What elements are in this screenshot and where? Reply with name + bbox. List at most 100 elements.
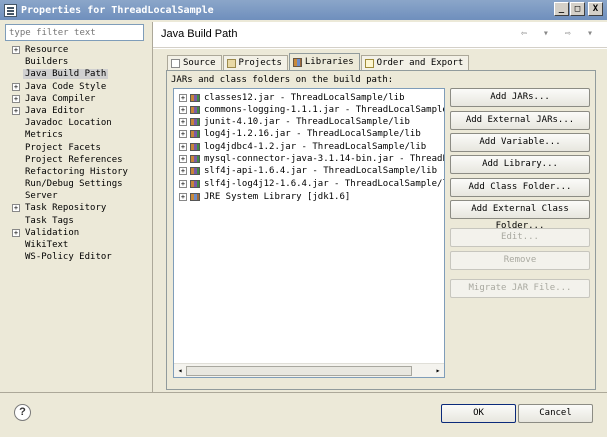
scroll-right-icon[interactable]: ▸ [433, 366, 443, 376]
filter-input[interactable] [5, 24, 144, 41]
tree-item-label: Java Editor [25, 105, 85, 116]
expand-icon[interactable]: + [12, 82, 20, 91]
tree-item-label: Java Build Path [23, 69, 109, 80]
tree-item[interactable]: Project References [5, 154, 150, 166]
library-entry[interactable]: + mysql-connector-java-3.1.14-bin.jar - T… [174, 153, 444, 165]
page-title: Java Build Path [161, 28, 238, 40]
expand-icon[interactable]: + [179, 94, 187, 102]
tree-item[interactable]: + Task Repository [5, 202, 150, 214]
tree-item[interactable]: + Validation [5, 227, 150, 239]
tree-item-label: Server [25, 191, 58, 202]
remove-button[interactable]: Remove [450, 251, 590, 270]
prj-tab-icon [226, 58, 236, 68]
tree-item-label: Builders [25, 57, 69, 68]
add-external-jars-button[interactable]: Add External JARs... [450, 111, 590, 130]
properties-nav-pane: +ResourceBuildersJava Build Path+Java Co… [5, 22, 150, 392]
library-list[interactable]: + JRE System Library [jdk1.6] + slf4j-log4j… [173, 88, 445, 378]
expand-icon[interactable]: + [179, 118, 187, 126]
expand-icon[interactable]: + [179, 155, 187, 163]
expand-icon[interactable]: + [179, 106, 187, 114]
tree-item[interactable]: WS-Policy Editor [5, 251, 150, 263]
expand-icon[interactable]: + [179, 180, 187, 188]
jar-icon [190, 143, 200, 151]
expand-icon[interactable]: + [12, 204, 20, 213]
tree-item[interactable]: + Java Editor [5, 105, 150, 117]
add-class-folder-button[interactable]: Add Class Folder... [450, 178, 590, 197]
expand-icon[interactable]: + [12, 46, 20, 54]
scrollbar-thumb[interactable] [186, 366, 412, 376]
minimize-button[interactable]: _ [554, 2, 569, 16]
tree-item[interactable]: Run/Debug Settings [5, 178, 150, 190]
migrate-jar-button[interactable]: Migrate JAR File... [450, 279, 590, 298]
expand-icon[interactable]: + [179, 193, 187, 201]
library-entry-label: log4j-1.2.16.jar - ThreadLocalSample/lib [204, 129, 421, 139]
jar-icon [190, 130, 200, 138]
title-bar: Properties for ThreadLocalSample _ □ X [0, 0, 607, 20]
library-entry[interactable]: + slf4j-api-1.6.4.jar - ThreadLocalSample… [174, 165, 444, 177]
ok-button[interactable]: OK [441, 404, 516, 423]
tree-item-label: Project Facets [25, 142, 101, 153]
tree-item[interactable]: Task Tags [5, 215, 150, 227]
dialog-footer: ? OK Cancel [0, 392, 607, 437]
jar-icon [190, 180, 200, 188]
tab-projects[interactable]: Projects [222, 55, 288, 70]
add-variable-button[interactable]: Add Variable... [450, 133, 590, 152]
ord-tab-icon [364, 58, 374, 68]
tree-item-label: Refactoring History [25, 166, 128, 177]
tab-order-and-export[interactable]: Order and Export [360, 55, 470, 70]
tree-item[interactable]: Refactoring History [5, 166, 150, 178]
library-entry-label: log4jdbc4-1.2.jar - ThreadLocalSample/li… [204, 142, 427, 152]
jar-icon [190, 106, 200, 114]
maximize-button[interactable]: □ [570, 2, 585, 16]
expand-icon[interactable]: + [12, 228, 20, 237]
src-tab-icon [171, 58, 180, 68]
library-entry[interactable]: + slf4j-log4j12-1.6.4.jar - ThreadLocalSa… [174, 178, 444, 190]
add-jars-button[interactable]: Add JARs... [450, 88, 590, 107]
tree-item[interactable]: Server [5, 190, 150, 202]
library-entry[interactable]: + JRE System Library [jdk1.6] [174, 191, 444, 203]
tree-item[interactable]: + Java Code Style [5, 81, 150, 93]
library-entry[interactable]: + commons-logging-1.1.1.jar - ThreadLocal… [174, 104, 444, 116]
page-content: Source Projects Libraries Order and Export … [153, 49, 607, 392]
tree-item[interactable]: Project Facets [5, 142, 150, 154]
tree-item[interactable]: Javadoc Location [5, 117, 150, 129]
tree-item[interactable]: + Resource [5, 44, 150, 56]
tab-label: Order and Export [376, 58, 464, 68]
tab-label: Libraries [304, 57, 354, 67]
add-external-class-folder-button[interactable]: Add External Class Folder... [450, 200, 590, 231]
expand-icon[interactable]: + [179, 167, 187, 175]
close-button[interactable]: X [588, 2, 603, 16]
lib-tab-icon [292, 57, 302, 67]
cancel-button[interactable]: Cancel [518, 404, 593, 423]
horizontal-scrollbar[interactable]: ◂ ▸ [174, 363, 444, 377]
tab-label: Projects [238, 58, 282, 68]
expand-icon[interactable]: + [12, 94, 20, 103]
tree-item[interactable]: + Java Compiler [5, 93, 150, 105]
tab-libraries[interactable]: Libraries [288, 53, 360, 70]
library-entry[interactable]: + junit-4.10.jar - ThreadLocalSample/lib [174, 116, 444, 128]
library-entry[interactable]: + log4jdbc4-1.2.jar - ThreadLocalSample/l… [174, 141, 444, 153]
edit-button[interactable]: Edit... [450, 228, 590, 247]
tree-item[interactable]: WikiText [5, 239, 150, 251]
build-path-tabs: Source Projects Libraries Order and Export [167, 53, 470, 70]
tree-item[interactable]: Builders [5, 56, 150, 68]
tab-source[interactable]: Source [167, 55, 222, 70]
library-entry-label: slf4j-log4j12-1.6.4.jar - ThreadLocalSam… [204, 179, 444, 189]
window-title: Properties for ThreadLocalSample [21, 4, 214, 16]
expand-icon[interactable]: + [179, 130, 187, 138]
properties-tree: + Resource Builders Java Build Path + Java Co… [5, 44, 150, 263]
expand-icon[interactable]: + [179, 143, 187, 151]
tree-item-label: WS-Policy Editor [25, 252, 112, 263]
add-library-button[interactable]: Add Library... [450, 155, 590, 174]
library-entry[interactable]: + log4j-1.2.16.jar - ThreadLocalSample/li… [174, 128, 444, 140]
window-controls: _ □ X [554, 2, 603, 16]
libraries-panel: JARs and class folders on the build path… [166, 70, 596, 390]
scroll-left-icon[interactable]: ◂ [175, 366, 185, 376]
tree-item[interactable]: Java Build Path [5, 68, 150, 80]
library-entry[interactable]: + classes12.jar - ThreadLocalSample/lib [174, 92, 444, 104]
help-icon[interactable]: ? [14, 404, 31, 421]
expand-icon[interactable]: + [12, 106, 20, 115]
library-entry-label: classes12.jar - ThreadLocalSample/lib [204, 93, 405, 103]
history-nav-arrows[interactable]: ⇦ ▾ ⇨ ▾ [521, 28, 598, 39]
tree-item[interactable]: Metrics [5, 129, 150, 141]
